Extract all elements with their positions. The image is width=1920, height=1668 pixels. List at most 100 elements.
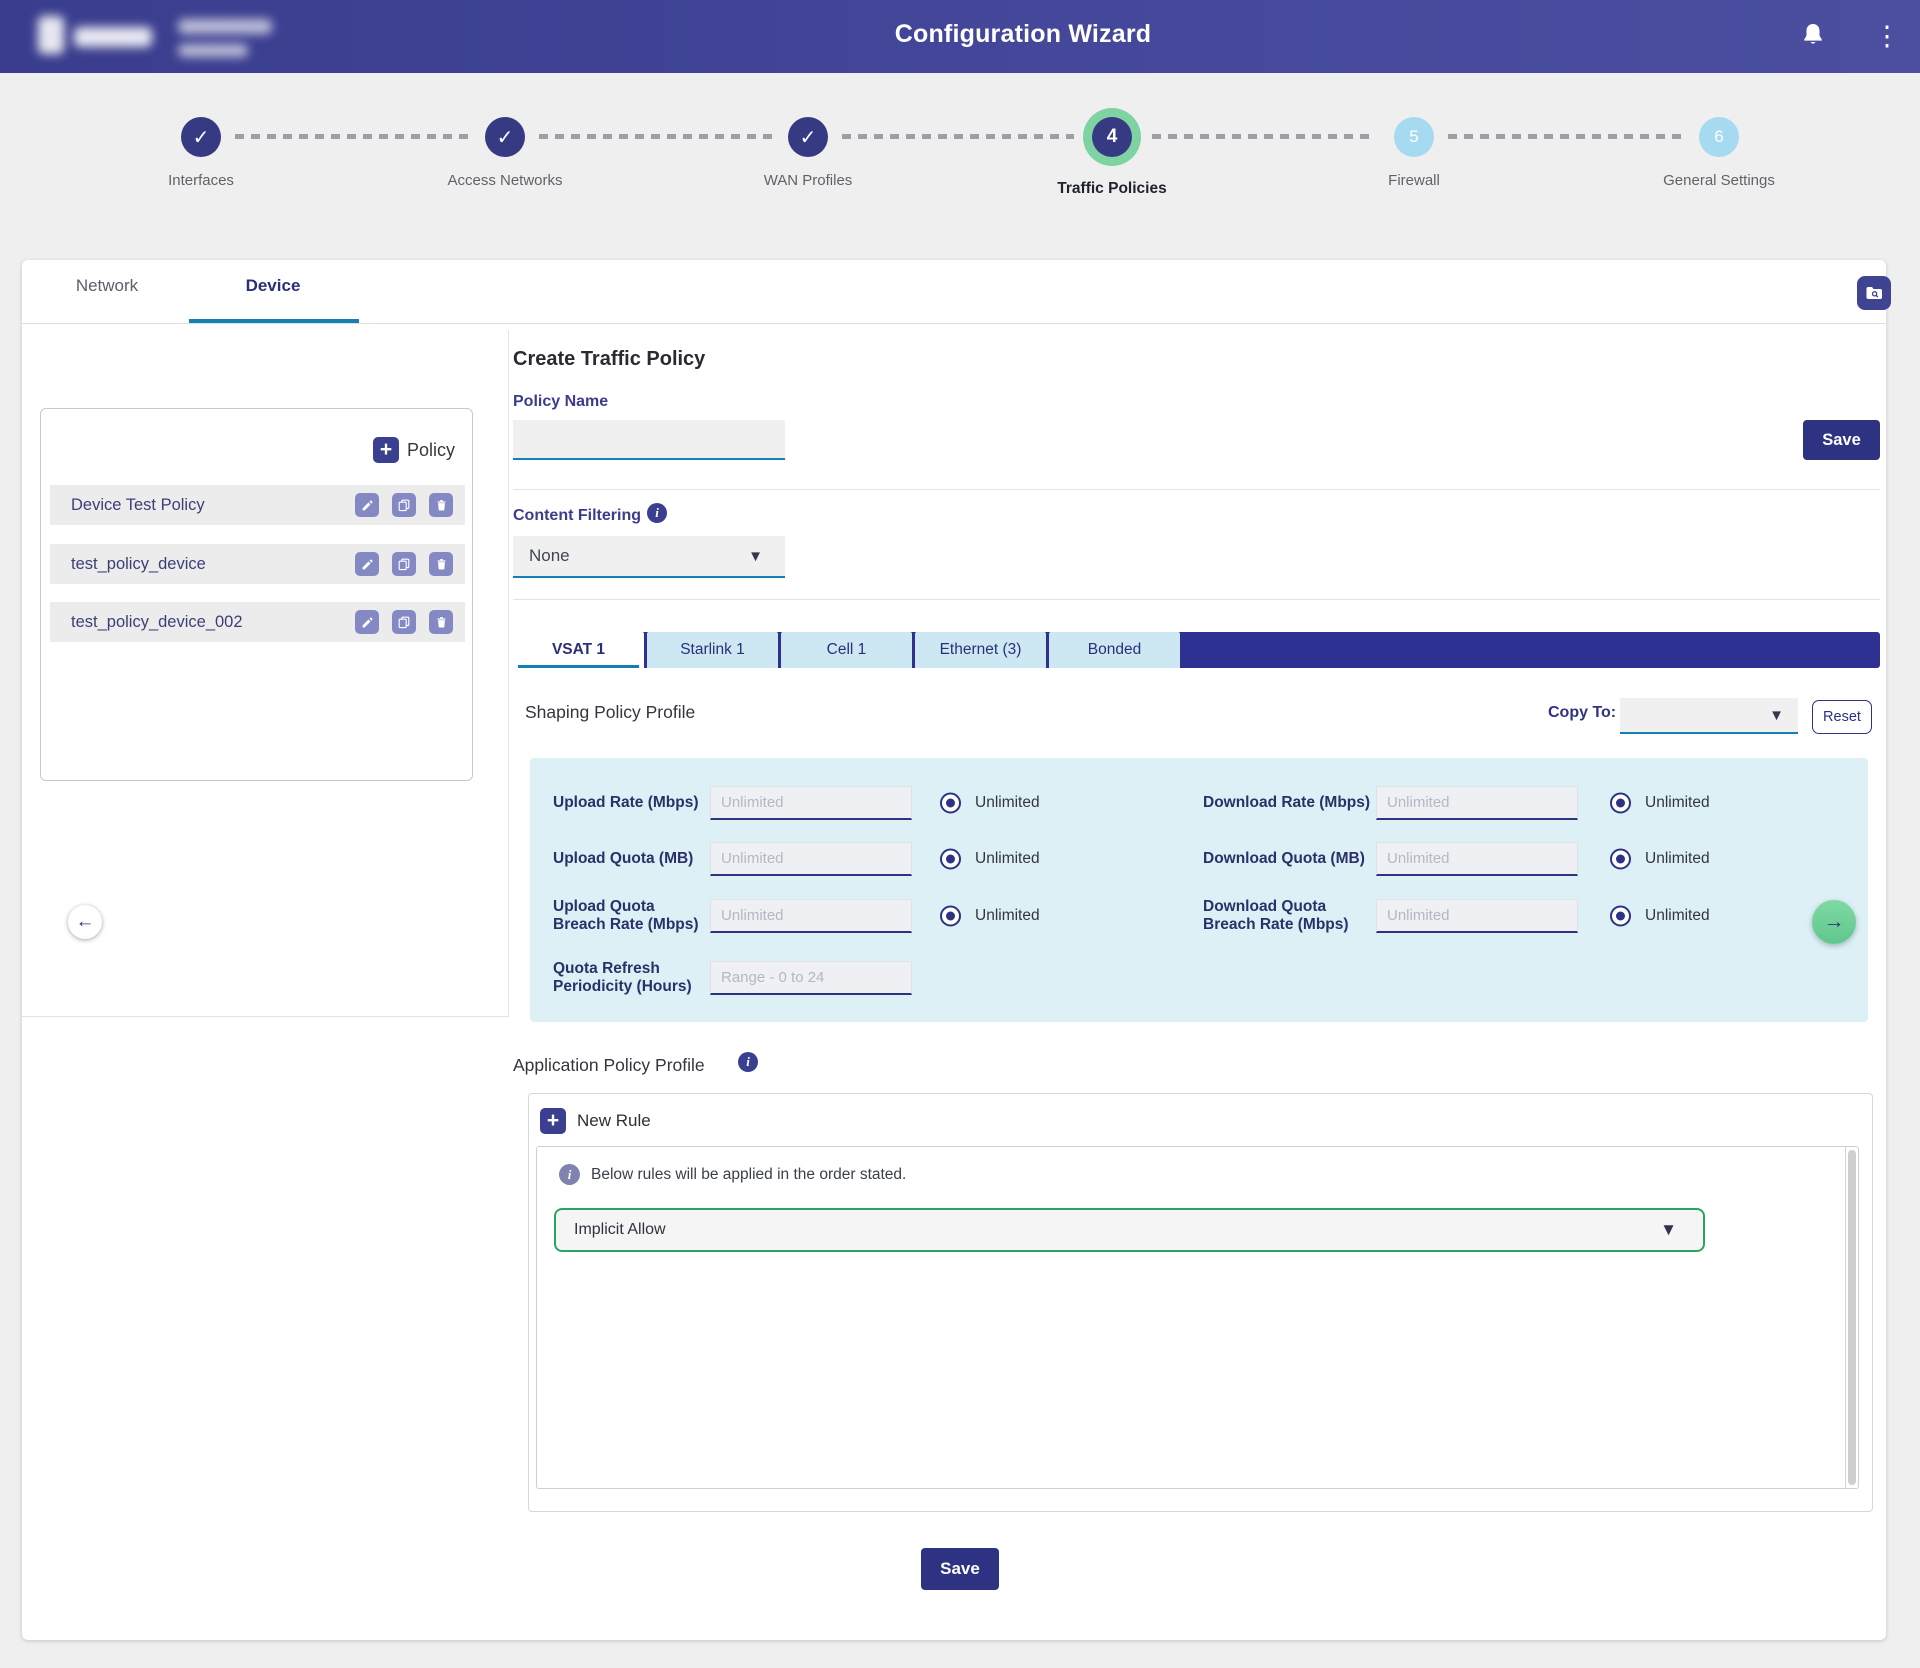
kebab-menu-icon[interactable]: ⋮: [1872, 18, 1902, 54]
tab-device[interactable]: Device: [208, 276, 338, 296]
upload-rate-unlimited-radio[interactable]: [940, 793, 961, 814]
policy-name: test_policy_device: [71, 555, 342, 574]
check-icon: ✓: [497, 125, 514, 150]
download-quota-breach-rate-label: Download Quota Breach Rate (Mbps): [1203, 898, 1373, 934]
radio-dot: [1616, 855, 1625, 864]
download-quota-input[interactable]: [1376, 842, 1578, 876]
shaping-profile-title: Shaping Policy Profile: [525, 702, 695, 723]
content-filtering-select[interactable]: None ▼: [513, 536, 785, 578]
copy-to-label: Copy To:: [1548, 704, 1616, 722]
download-rate-unlimited-radio[interactable]: [1610, 793, 1631, 814]
editor-title: Create Traffic Policy: [513, 348, 705, 371]
edit-policy-icon[interactable]: [355, 493, 379, 517]
step-label-interfaces: Interfaces: [91, 172, 311, 189]
step-number: 6: [1714, 127, 1723, 147]
edit-policy-icon[interactable]: [355, 552, 379, 576]
duplicate-policy-icon[interactable]: [392, 610, 416, 634]
delete-policy-icon[interactable]: [429, 552, 453, 576]
policy-name-input[interactable]: [513, 420, 785, 460]
check-icon: ✓: [193, 125, 210, 150]
policy-name: test_policy_device_002: [71, 613, 342, 632]
section-divider: [513, 489, 1880, 490]
reset-button[interactable]: Reset: [1812, 700, 1872, 734]
back-button[interactable]: ←: [68, 905, 102, 939]
shaping-row-quota: Upload Quota (MB) Unlimited Download Quo…: [530, 837, 1868, 881]
new-rule-label: New Rule: [577, 1111, 651, 1131]
download-breach-unlimited-radio[interactable]: [1610, 906, 1631, 927]
download-quota-breach-rate-input[interactable]: [1376, 899, 1578, 933]
step-connector: [842, 134, 1074, 139]
step-firewall[interactable]: 5: [1394, 117, 1434, 157]
application-profile-info-icon[interactable]: i: [738, 1052, 758, 1072]
configuration-wizard-page: Configuration Wizard ⋮ ✓ ✓ ✓ 4 5 6 Inter…: [0, 0, 1920, 1668]
rule-implicit-allow-select[interactable]: Implicit Allow ▼: [554, 1208, 1705, 1252]
policy-row[interactable]: test_policy_device_002: [50, 602, 465, 642]
copy-to-select[interactable]: ▼: [1620, 698, 1798, 734]
upload-breach-unlimited-label: Unlimited: [975, 907, 1040, 925]
wan-tab-ethernet3[interactable]: Ethernet (3): [915, 632, 1046, 668]
chevron-down-icon: ▼: [1660, 1220, 1703, 1240]
upload-quota-unlimited-radio[interactable]: [940, 849, 961, 870]
upload-breach-unlimited-radio[interactable]: [940, 906, 961, 927]
download-rate-unlimited-label: Unlimited: [1645, 794, 1710, 812]
upload-rate-input[interactable]: [710, 786, 912, 820]
step-access-networks[interactable]: ✓: [485, 117, 525, 157]
content-filtering-value: None: [513, 546, 748, 566]
left-column-divider: [22, 1016, 509, 1017]
main-card: Network Device + Policy Device Test Poli…: [22, 260, 1886, 1640]
rules-scrollbar[interactable]: [1845, 1147, 1858, 1488]
download-rate-input[interactable]: [1376, 786, 1578, 820]
delete-policy-icon[interactable]: [429, 493, 453, 517]
content-filtering-info-icon[interactable]: i: [647, 503, 667, 523]
next-interface-button[interactable]: →: [1812, 900, 1856, 944]
edit-policy-icon[interactable]: [355, 610, 379, 634]
download-quota-unlimited-label: Unlimited: [1645, 850, 1710, 868]
upload-rate-label: Upload Rate (Mbps): [553, 794, 707, 812]
download-breach-unlimited-label: Unlimited: [1645, 907, 1710, 925]
wan-tab-bonded[interactable]: Bonded: [1049, 632, 1180, 668]
policy-row[interactable]: Device Test Policy: [50, 485, 465, 525]
new-rule-button[interactable]: + New Rule: [540, 1108, 651, 1134]
scrollbar-thumb[interactable]: [1848, 1150, 1856, 1485]
wan-tab-vsat1[interactable]: VSAT 1: [513, 632, 644, 668]
duplicate-policy-icon[interactable]: [392, 493, 416, 517]
download-rate-label: Download Rate (Mbps): [1203, 794, 1373, 812]
duplicate-policy-icon[interactable]: [392, 552, 416, 576]
section-divider: [513, 599, 1880, 600]
chevron-down-icon: ▼: [1769, 707, 1798, 724]
step-connector: [539, 134, 774, 139]
step-connector: [1448, 134, 1681, 139]
step-general-settings[interactable]: 6: [1699, 117, 1739, 157]
delete-policy-icon[interactable]: [429, 610, 453, 634]
wan-tab-starlink1[interactable]: Starlink 1: [647, 632, 778, 668]
notifications-bell-icon[interactable]: [1798, 20, 1830, 52]
wan-tab-cell1[interactable]: Cell 1: [781, 632, 912, 668]
step-wan-profiles[interactable]: ✓: [788, 117, 828, 157]
download-quota-label: Download Quota (MB): [1203, 850, 1373, 868]
plus-icon: +: [373, 437, 399, 463]
add-policy-label: Policy: [407, 440, 455, 461]
shaping-row-breach-rate: Upload Quota Breach Rate (Mbps) Unlimite…: [530, 888, 1868, 944]
save-button-bottom[interactable]: Save: [921, 1548, 999, 1590]
quota-refresh-periodicity-input[interactable]: [710, 961, 912, 995]
application-policy-panel: + New Rule i Below rules will be applied…: [528, 1093, 1873, 1512]
radio-dot: [946, 799, 955, 808]
download-quota-unlimited-radio[interactable]: [1610, 849, 1631, 870]
step-label-traffic-policies: Traffic Policies: [1002, 180, 1222, 198]
rules-list-panel: i Below rules will be applied in the ord…: [536, 1146, 1859, 1489]
save-button-top[interactable]: Save: [1803, 420, 1880, 460]
top-bar: Configuration Wizard ⋮: [0, 0, 1920, 73]
org-name-line1: [178, 19, 272, 34]
folder-search-icon[interactable]: [1857, 276, 1891, 310]
org-name-line2: [178, 44, 248, 57]
step-connector: [1152, 134, 1376, 139]
step-interfaces[interactable]: ✓: [181, 117, 221, 157]
step-traffic-policies[interactable]: 4: [1092, 117, 1132, 157]
radio-dot: [946, 855, 955, 864]
policy-row[interactable]: test_policy_device: [50, 544, 465, 584]
rules-info-text: Below rules will be applied in the order…: [591, 1166, 906, 1184]
tab-network[interactable]: Network: [42, 276, 172, 296]
add-policy-button[interactable]: + Policy: [373, 437, 455, 463]
upload-quota-input[interactable]: [710, 842, 912, 876]
upload-quota-breach-rate-input[interactable]: [710, 899, 912, 933]
